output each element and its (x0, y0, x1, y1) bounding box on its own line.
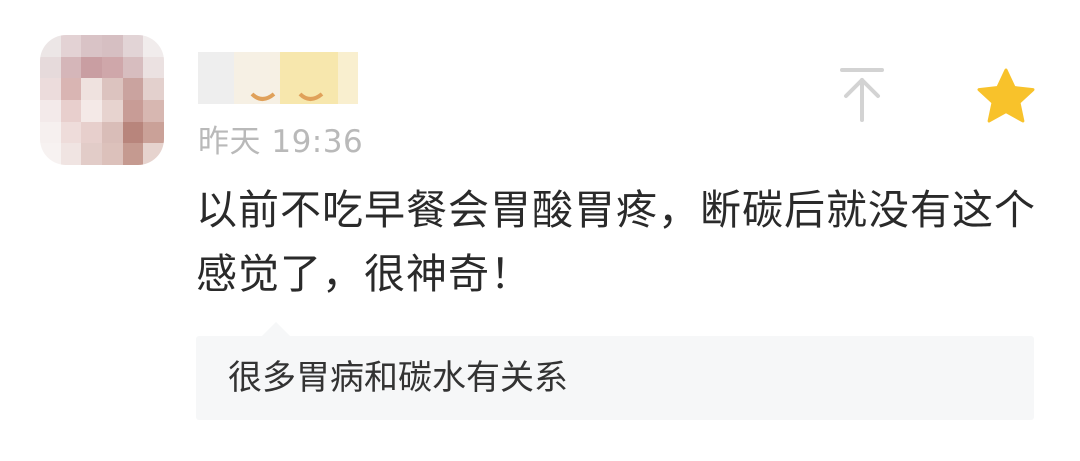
username[interactable] (198, 52, 358, 104)
pin-to-top-button[interactable] (836, 66, 888, 124)
comment-timestamp: 昨天 19:36 (198, 124, 364, 160)
username-mosaic-detail (250, 92, 324, 101)
pin-to-top-icon (840, 68, 884, 122)
reply-pointer (262, 322, 290, 336)
reply-box[interactable]: 很多胃病和碳水有关系 (196, 336, 1034, 420)
star-icon (977, 68, 1035, 123)
comment-card: 昨天 19:36 以前不吃早餐会胃酸胃疼，断碳后就没有这个感觉了，很神奇！ 很多… (0, 0, 1080, 461)
favorite-button[interactable] (974, 66, 1038, 126)
avatar[interactable] (40, 35, 164, 165)
comment-content: 以前不吃早餐会胃酸胃疼，断碳后就没有这个感觉了，很神奇！ (196, 186, 1036, 298)
reply-text: 很多胃病和碳水有关系 (228, 358, 568, 398)
